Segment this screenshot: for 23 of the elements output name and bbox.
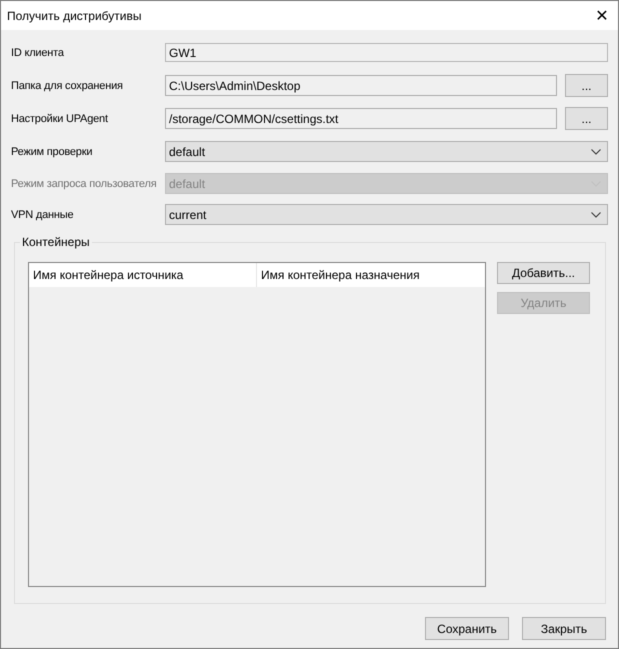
group-title: Контейнеры <box>20 235 92 249</box>
save-button[interactable]: Сохранить <box>425 617 509 640</box>
field-label: ID клиента <box>11 46 65 58</box>
input-field[interactable]: GW1 <box>165 43 608 62</box>
chevron-down-icon <box>591 212 601 218</box>
window-title: Получить дистрибутивы <box>7 8 142 22</box>
field-label: Папка для сохранения <box>11 80 124 92</box>
field-label: Режим проверки <box>11 146 94 158</box>
close-button[interactable]: ✕ <box>586 2 618 30</box>
column-header[interactable]: Имя контейнера назначения <box>257 263 485 287</box>
field-label: Настройки UPAgent <box>11 112 109 124</box>
field-label: VPN данные <box>11 208 74 220</box>
column-header[interactable]: Имя контейнера источника <box>29 263 257 287</box>
chevron-down-icon <box>591 148 601 154</box>
add-button[interactable]: Добавить... <box>497 262 590 284</box>
path-field[interactable]: C:\Users\Admin\Desktop <box>165 75 557 96</box>
browse-button[interactable]: ... <box>565 107 608 130</box>
dropdown[interactable]: current <box>165 204 608 225</box>
path-field[interactable]: /storage/COMMON/csettings.txt <box>165 108 557 129</box>
field-label: Режим запроса пользователя <box>11 178 158 190</box>
dropdown[interactable]: default <box>165 141 608 162</box>
close-dialog-button[interactable]: Закрыть <box>522 617 606 640</box>
browse-button[interactable]: ... <box>565 74 608 97</box>
